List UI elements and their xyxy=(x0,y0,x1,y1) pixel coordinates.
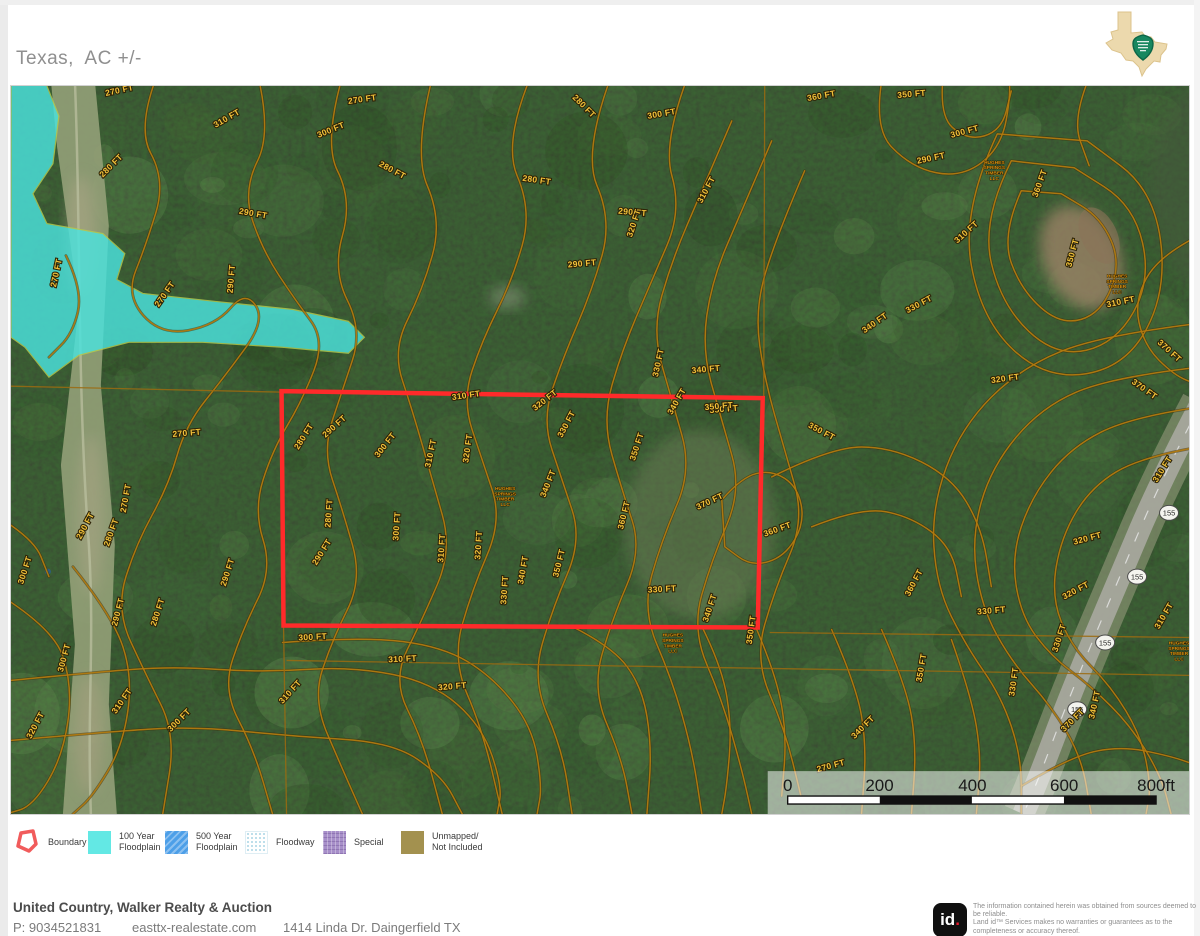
contour-elevation-label: 320 FT xyxy=(472,530,484,560)
scale-tick-label: 800ft xyxy=(1137,776,1175,795)
flood-map-canvas: 155155155155 HUGHESSPRINGSTIMBERLLCHUGHE… xyxy=(10,85,1190,815)
scale-tick-label: 200 xyxy=(865,776,893,795)
legend-item-special: Special xyxy=(323,827,384,857)
highway-shield-label: 155 xyxy=(1099,638,1111,647)
floodway-swatch-icon xyxy=(245,831,268,854)
footer-company: United Country, Walker Realty & Auction xyxy=(13,900,272,915)
legend-item-unmapped: Unmapped/ Not Included xyxy=(401,827,483,857)
highway-shield-label: 155 xyxy=(1131,572,1143,581)
page-edge-left xyxy=(0,0,8,936)
contour-elevation-label: 330 FT xyxy=(647,583,677,595)
landid-logo-text: id xyxy=(940,910,955,930)
highway-shield-155: 155 xyxy=(1160,505,1179,520)
landid-logo-dot: . xyxy=(955,910,960,930)
highway-shield-155: 155 xyxy=(1096,635,1115,650)
scale-bar: 0 200 400 600 800ft xyxy=(768,771,1189,814)
legend-item-floodway: Floodway xyxy=(245,827,315,857)
legend-label-special: Special xyxy=(354,837,384,848)
map-legend: Boundary 100 Year Floodplain 500 Year Floo… xyxy=(8,820,708,868)
page-edge-top xyxy=(0,0,1200,5)
highway-shield-label: 155 xyxy=(1163,509,1175,518)
legend-label-floodway: Floodway xyxy=(276,837,315,848)
page-title: Texas, AC +/- xyxy=(16,48,142,70)
footer-address: 1414 Linda Dr. Daingerfield TX xyxy=(283,920,461,935)
legend-item-floodplain-100: 100 Year Floodplain xyxy=(88,827,161,857)
page-edge-right xyxy=(1194,0,1200,936)
scale-tick-label: 400 xyxy=(958,776,986,795)
boundary-legend-icon xyxy=(14,828,40,856)
unmapped-swatch-icon xyxy=(401,831,424,854)
contour-elevation-label: 330 FT xyxy=(498,575,510,605)
landid-logo: id. xyxy=(933,903,967,936)
legend-item-floodplain-500: 500 Year Floodplain xyxy=(165,827,238,857)
legend-item-boundary: Boundary xyxy=(14,827,87,857)
highway-shield-155: 155 xyxy=(1128,569,1147,584)
contour-elevation-label: 310 FT xyxy=(435,533,447,563)
contour-elevation-label: 280 FT xyxy=(322,498,334,528)
footer-website: easttx-realestate.com xyxy=(132,920,256,935)
contour-elevation-label: 300 FT xyxy=(298,631,328,643)
footer-phone: P: 9034521831 xyxy=(13,920,101,935)
contour-elevation-label: 300 FT xyxy=(390,511,402,541)
legend-label-floodplain-500: 500 Year Floodplain xyxy=(196,831,238,853)
scale-tick-label: 600 xyxy=(1050,776,1078,795)
disclaimer-text: The information contained herein was obt… xyxy=(973,903,1197,936)
legend-label-boundary: Boundary xyxy=(48,837,87,848)
contour-elevation-label: 310 FT xyxy=(388,653,418,665)
map-report-page: Texas, AC +/- xyxy=(0,0,1200,936)
legend-label-unmapped: Unmapped/ Not Included xyxy=(432,831,483,853)
scale-tick-label: 0 xyxy=(783,776,792,795)
legend-label-floodplain-100: 100 Year Floodplain xyxy=(119,831,161,853)
texas-logo-icon xyxy=(1098,10,1172,78)
floodplain-100-swatch-icon xyxy=(88,831,111,854)
floodplain-500-swatch-icon xyxy=(165,831,188,854)
special-swatch-icon xyxy=(323,831,346,854)
